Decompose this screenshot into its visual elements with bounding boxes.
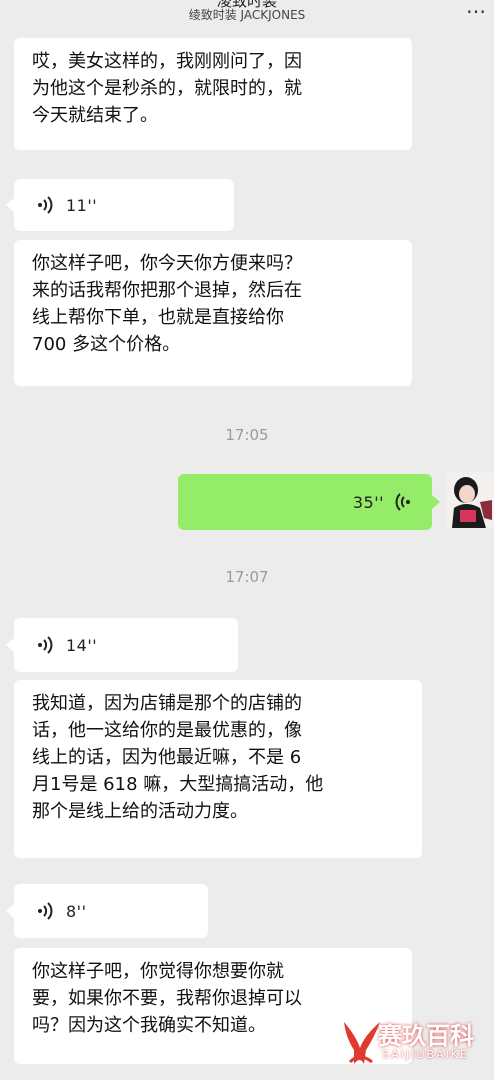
chat-subtitle: 绫致时装 JACKJONES — [188, 8, 306, 22]
watermark-logo: 赛玖百科 SAIJIUBAIKE — [336, 1012, 488, 1072]
incoming-text-message[interactable]: 我知道，因为店铺是那个的店铺的 话，他一这给你的是最优惠的，像 线上的话，因为他… — [14, 680, 422, 858]
incoming-text-message[interactable]: 你这样子吧，你今天你方便来吗？ 来的话我帮你把那个退掉，然后在 线上帮你下单，也… — [14, 240, 412, 386]
bubble-tail — [6, 904, 14, 918]
more-dots-icon[interactable]: … — [466, 0, 486, 18]
voice-wave-icon — [395, 493, 410, 511]
avatar[interactable] — [446, 472, 494, 528]
chat-header: 凌致时装 绫致时装 JACKJONES … — [0, 0, 494, 30]
bubble-tail — [6, 198, 14, 212]
watermark-subtext: SAIJIUBAIKE — [382, 1048, 469, 1061]
voice-duration: 35'' — [352, 492, 384, 512]
watermark-text: 赛玖百科 — [378, 1022, 474, 1050]
message-timestamp: 17:05 — [225, 426, 269, 444]
incoming-voice-message[interactable]: 14'' — [14, 618, 238, 672]
incoming-voice-message[interactable]: 8'' — [14, 884, 208, 938]
message-timestamp: 17:07 — [225, 568, 269, 586]
outgoing-voice-message[interactable]: 35'' — [178, 474, 432, 530]
voice-duration: 14'' — [66, 635, 98, 655]
voice-duration: 8'' — [66, 901, 87, 921]
voice-duration: 11'' — [66, 195, 98, 215]
incoming-voice-message[interactable]: 11'' — [14, 179, 234, 231]
voice-wave-icon — [38, 636, 53, 654]
incoming-text-message[interactable]: 哎，美女这样的，我刚刚问了，因 为他这个是秒杀的，就限时的，就 今天就结束了。 — [14, 38, 412, 150]
bubble-tail — [432, 495, 440, 509]
bubble-tail — [6, 638, 14, 652]
avatar-image — [446, 472, 494, 528]
voice-wave-icon — [38, 902, 53, 920]
voice-wave-icon — [38, 196, 53, 214]
